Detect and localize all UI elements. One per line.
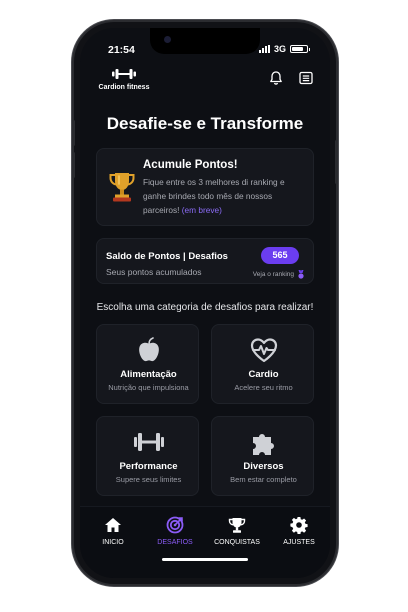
volume-down-button	[72, 152, 75, 178]
status-indicators: 3G	[258, 44, 310, 54]
dumbbell-logo-icon	[112, 69, 136, 79]
front-camera	[164, 36, 171, 43]
tab-label: DESAFIOS	[157, 539, 193, 546]
promo-card: Acumule Pontos! Fique entre os 3 melhore…	[96, 148, 314, 226]
status-time: 21:54	[108, 44, 135, 56]
home-indicator[interactable]	[162, 558, 248, 561]
points-balance-card: Saldo de Pontos | Desafios Seus pontos a…	[96, 238, 314, 284]
tab-conquistas[interactable]: CONQUISTAS	[206, 515, 268, 546]
ranking-link-label: Veja o ranking	[252, 271, 294, 278]
promo-title: Acumule Pontos!	[143, 159, 238, 171]
dumbbell-icon	[133, 433, 164, 451]
points-value-badge: 565	[261, 247, 299, 264]
category-desc: Nutrição que impulsiona	[108, 383, 189, 392]
trophy-icon	[109, 173, 135, 202]
promo-description: Fique entre os 3 melhores di ranking e g…	[143, 175, 309, 217]
category-name: Diversos	[243, 461, 284, 472]
category-alimentacao[interactable]: Alimentação Nutrição que impulsiona	[96, 324, 199, 404]
notch	[150, 28, 260, 54]
tab-label: INICIO	[102, 539, 124, 546]
medal-icon	[298, 270, 304, 279]
trophy-icon	[228, 517, 246, 533]
volume-up-button	[72, 120, 75, 146]
header-actions	[268, 70, 314, 86]
category-name: Alimentação	[120, 369, 177, 380]
brand-logo[interactable]: Cardion fitness	[94, 68, 154, 91]
category-desc: Bem estar completo	[230, 475, 297, 484]
gear-icon	[290, 517, 308, 534]
bottom-tab-bar: INICIO DESAFIOS CONQUISTAS AJUSTES	[80, 506, 330, 578]
menu-list-icon[interactable]	[298, 70, 314, 86]
puzzle-icon	[252, 434, 274, 455]
signal-icon	[258, 45, 270, 53]
category-name: Cardio	[248, 369, 279, 380]
category-desc: Supere seus limites	[115, 475, 182, 484]
power-button	[335, 140, 338, 184]
points-subtitle: Seus pontos acumulados	[106, 267, 202, 277]
category-desc: Acelere seu ritmo	[234, 383, 293, 392]
battery-icon	[290, 45, 310, 53]
apple-icon	[138, 337, 159, 362]
category-performance[interactable]: Performance Supere seus limites	[96, 416, 199, 496]
promo-soon-tag: (em breve)	[181, 205, 222, 215]
brand-name: Cardion fitness	[98, 84, 150, 91]
network-label: 3G	[273, 44, 286, 54]
app-screen: 21:54 3G Cardion fitness Desafie-se e Tr…	[80, 28, 330, 578]
app-header: Cardion fitness	[80, 68, 330, 108]
home-icon	[105, 518, 121, 532]
points-title: Saldo de Pontos | Desafios	[106, 251, 228, 262]
tab-desafios[interactable]: DESAFIOS	[144, 515, 206, 546]
tab-ajustes[interactable]: AJUSTES	[268, 515, 330, 546]
target-icon	[166, 516, 184, 534]
category-cardio[interactable]: Cardio Acelere seu ritmo	[211, 324, 314, 404]
tab-label: AJUSTES	[283, 539, 315, 546]
ranking-link[interactable]: Veja o ranking	[253, 270, 305, 279]
category-name: Performance	[119, 461, 178, 472]
bell-icon[interactable]	[268, 70, 284, 86]
tab-label: CONQUISTAS	[214, 539, 260, 546]
heartbeat-icon	[250, 338, 277, 363]
page-title: Desafie-se e Transforme	[106, 114, 304, 133]
choose-category-label: Escolha uma categoria de desafios para r…	[96, 302, 314, 313]
tab-inicio[interactable]: INICIO	[82, 515, 144, 546]
category-diversos[interactable]: Diversos Bem estar completo	[211, 416, 314, 496]
